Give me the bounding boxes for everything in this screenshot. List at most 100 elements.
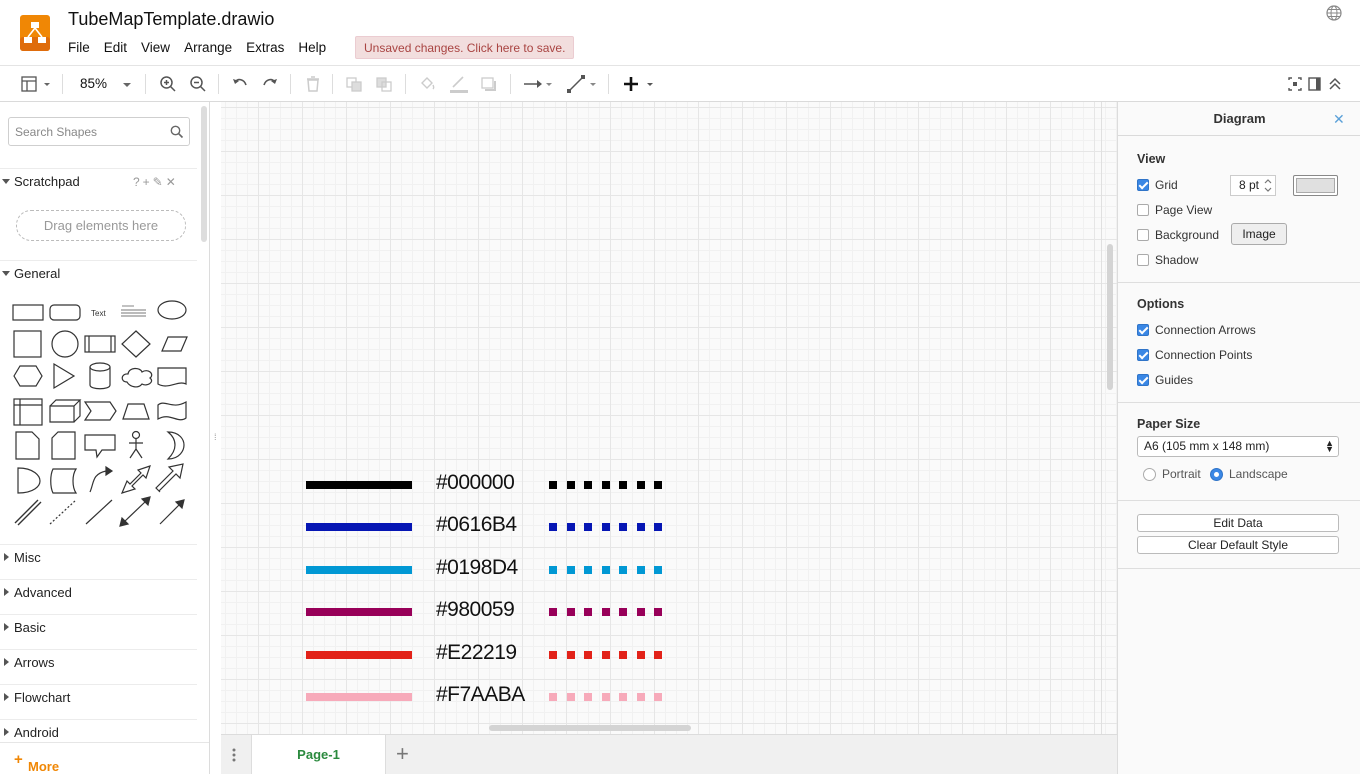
search-icon[interactable] [170, 125, 184, 144]
tube-line-row[interactable]: #0198D4 [306, 556, 686, 586]
scratchpad-drop-zone[interactable]: Drag elements here [16, 210, 186, 241]
fill-color-icon[interactable] [418, 74, 436, 94]
solid-line-sample[interactable] [306, 608, 412, 617]
chevron-down-icon[interactable] [121, 74, 133, 94]
globe-icon[interactable] [1326, 5, 1342, 21]
to-front-icon[interactable] [345, 74, 363, 94]
guides-checkbox[interactable] [1137, 374, 1149, 386]
connection-arrows-checkbox[interactable] [1137, 324, 1149, 336]
background-option[interactable]: Background [1137, 227, 1219, 243]
connection-arrows-option[interactable]: Connection Arrows [1137, 322, 1256, 338]
solid-line-sample[interactable] [306, 565, 412, 574]
clear-default-style-button[interactable]: Clear Default Style [1137, 536, 1339, 554]
zoom-out-icon[interactable] [188, 74, 208, 94]
connection-points-label: Connection Points [1155, 348, 1253, 362]
page-tab[interactable]: Page-1 [251, 735, 386, 774]
more-shapes-button[interactable]: + More Shapes... [0, 742, 209, 774]
solid-line-sample[interactable] [306, 481, 412, 489]
dash-segment [601, 481, 610, 489]
shadow-checkbox[interactable] [1137, 254, 1149, 266]
shadow-option[interactable]: Shadow [1137, 252, 1198, 268]
canvas-horizontal-scrollbar[interactable] [489, 725, 691, 731]
insert-plus-icon[interactable] [622, 74, 656, 94]
solid-line-sample[interactable] [306, 650, 412, 659]
tube-line-row[interactable]: #0616B4 [306, 513, 686, 543]
line-color-label[interactable]: #000000 [436, 471, 515, 495]
sidebar-scrollbar[interactable] [201, 106, 207, 242]
portrait-radio[interactable] [1143, 467, 1156, 481]
waypoints-icon[interactable] [566, 74, 598, 94]
zoom-in-icon[interactable] [158, 74, 178, 94]
solid-line-sample[interactable] [306, 693, 412, 701]
hexagon-shape [13, 365, 43, 387]
search-box[interactable]: Search Shapes [8, 117, 190, 146]
guides-option[interactable]: Guides [1137, 372, 1193, 388]
connection-points-option[interactable]: Connection Points [1137, 347, 1252, 363]
page-view-checkbox[interactable] [1137, 204, 1149, 216]
section-arrows[interactable]: Arrows [0, 649, 197, 673]
menu-edit[interactable]: Edit [104, 40, 127, 55]
connection-points-checkbox[interactable] [1137, 349, 1149, 361]
section-misc[interactable]: Misc [0, 544, 197, 568]
scratchpad-actions[interactable]: ?+✎✕ [133, 175, 179, 189]
connection-style-icon[interactable] [522, 74, 554, 94]
line-color-label[interactable]: #0198D4 [436, 556, 518, 580]
menu-arrange[interactable]: Arrange [184, 40, 232, 55]
menu-view[interactable]: View [141, 40, 170, 55]
menu-file[interactable]: File [68, 40, 90, 55]
close-icon[interactable]: ✕ [1333, 111, 1345, 128]
background-checkbox[interactable] [1137, 229, 1149, 241]
grid-size-stepper[interactable] [1262, 176, 1274, 195]
collapse-up-icon[interactable] [1327, 74, 1343, 94]
section-advanced[interactable]: Advanced [0, 579, 197, 603]
line-color-icon[interactable] [448, 74, 470, 94]
redo-icon[interactable] [260, 74, 280, 94]
format-panel-toggle-icon[interactable] [20, 74, 54, 94]
section-basic[interactable]: Basic [0, 614, 197, 638]
section-general[interactable]: General [0, 260, 197, 284]
dash-segment [584, 481, 592, 489]
section-flowchart[interactable]: Flowchart [0, 684, 197, 708]
file-title[interactable]: TubeMapTemplate.drawio [68, 9, 274, 30]
tube-line-row[interactable]: #F7AABA [306, 683, 686, 713]
tube-line-row[interactable]: #980059 [306, 598, 686, 628]
page-menu-icon[interactable] [232, 748, 236, 762]
zoom-level[interactable]: 85% [80, 76, 107, 91]
add-page-icon[interactable]: + [396, 741, 409, 767]
unsaved-changes-notice[interactable]: Unsaved changes. Click here to save. [355, 36, 575, 59]
toggle-panel-icon[interactable] [1307, 74, 1323, 94]
line-color-label[interactable]: #E22219 [436, 641, 517, 665]
solid-line-sample[interactable] [306, 523, 412, 532]
line-color-label[interactable]: #F7AABA [436, 683, 525, 707]
background-image-button[interactable]: Image [1231, 223, 1287, 245]
grid-color-swatch [1296, 178, 1335, 193]
landscape-radio[interactable] [1210, 467, 1223, 481]
drawio-app: TubeMapTemplate.drawio File Edit View Ar… [0, 0, 1360, 774]
paper-size-select[interactable]: A6 (105 mm x 148 mm) ▲ ▼ [1137, 436, 1339, 457]
section-scratchpad[interactable]: Scratchpad ?+✎✕ [0, 168, 197, 192]
diagram-canvas[interactable]: #000000 #0616B4 #0198D4 #980059 #E22219 #F7AA… [221, 102, 1117, 734]
delete-icon[interactable] [304, 74, 322, 94]
portrait-option[interactable]: Portrait [1143, 466, 1201, 482]
menu-help[interactable]: Help [298, 40, 326, 55]
to-back-icon[interactable] [375, 74, 393, 94]
undo-icon[interactable] [230, 74, 250, 94]
grid-color-button[interactable] [1293, 175, 1338, 196]
shadow-icon[interactable] [480, 74, 498, 94]
section-android[interactable]: Android [0, 719, 197, 743]
page-view-option[interactable]: Page View [1137, 202, 1212, 218]
tube-line-row[interactable]: #000000 [306, 471, 686, 501]
edit-data-button[interactable]: Edit Data [1137, 514, 1339, 532]
dash-segment [619, 693, 627, 701]
grid-option[interactable]: Grid [1137, 177, 1178, 193]
grid-checkbox[interactable] [1137, 179, 1149, 191]
tube-line-row[interactable]: #E22219 [306, 641, 686, 671]
landscape-option[interactable]: Landscape [1210, 466, 1288, 482]
menu-extras[interactable]: Extras [246, 40, 284, 55]
sidebar-resize-handle[interactable]: ⁞ [214, 432, 217, 442]
search-input[interactable]: Search Shapes [15, 125, 97, 139]
canvas-vertical-scrollbar[interactable] [1107, 244, 1113, 390]
line-color-label[interactable]: #980059 [436, 598, 515, 622]
line-color-label[interactable]: #0616B4 [436, 513, 517, 537]
fullscreen-icon[interactable] [1287, 74, 1303, 94]
